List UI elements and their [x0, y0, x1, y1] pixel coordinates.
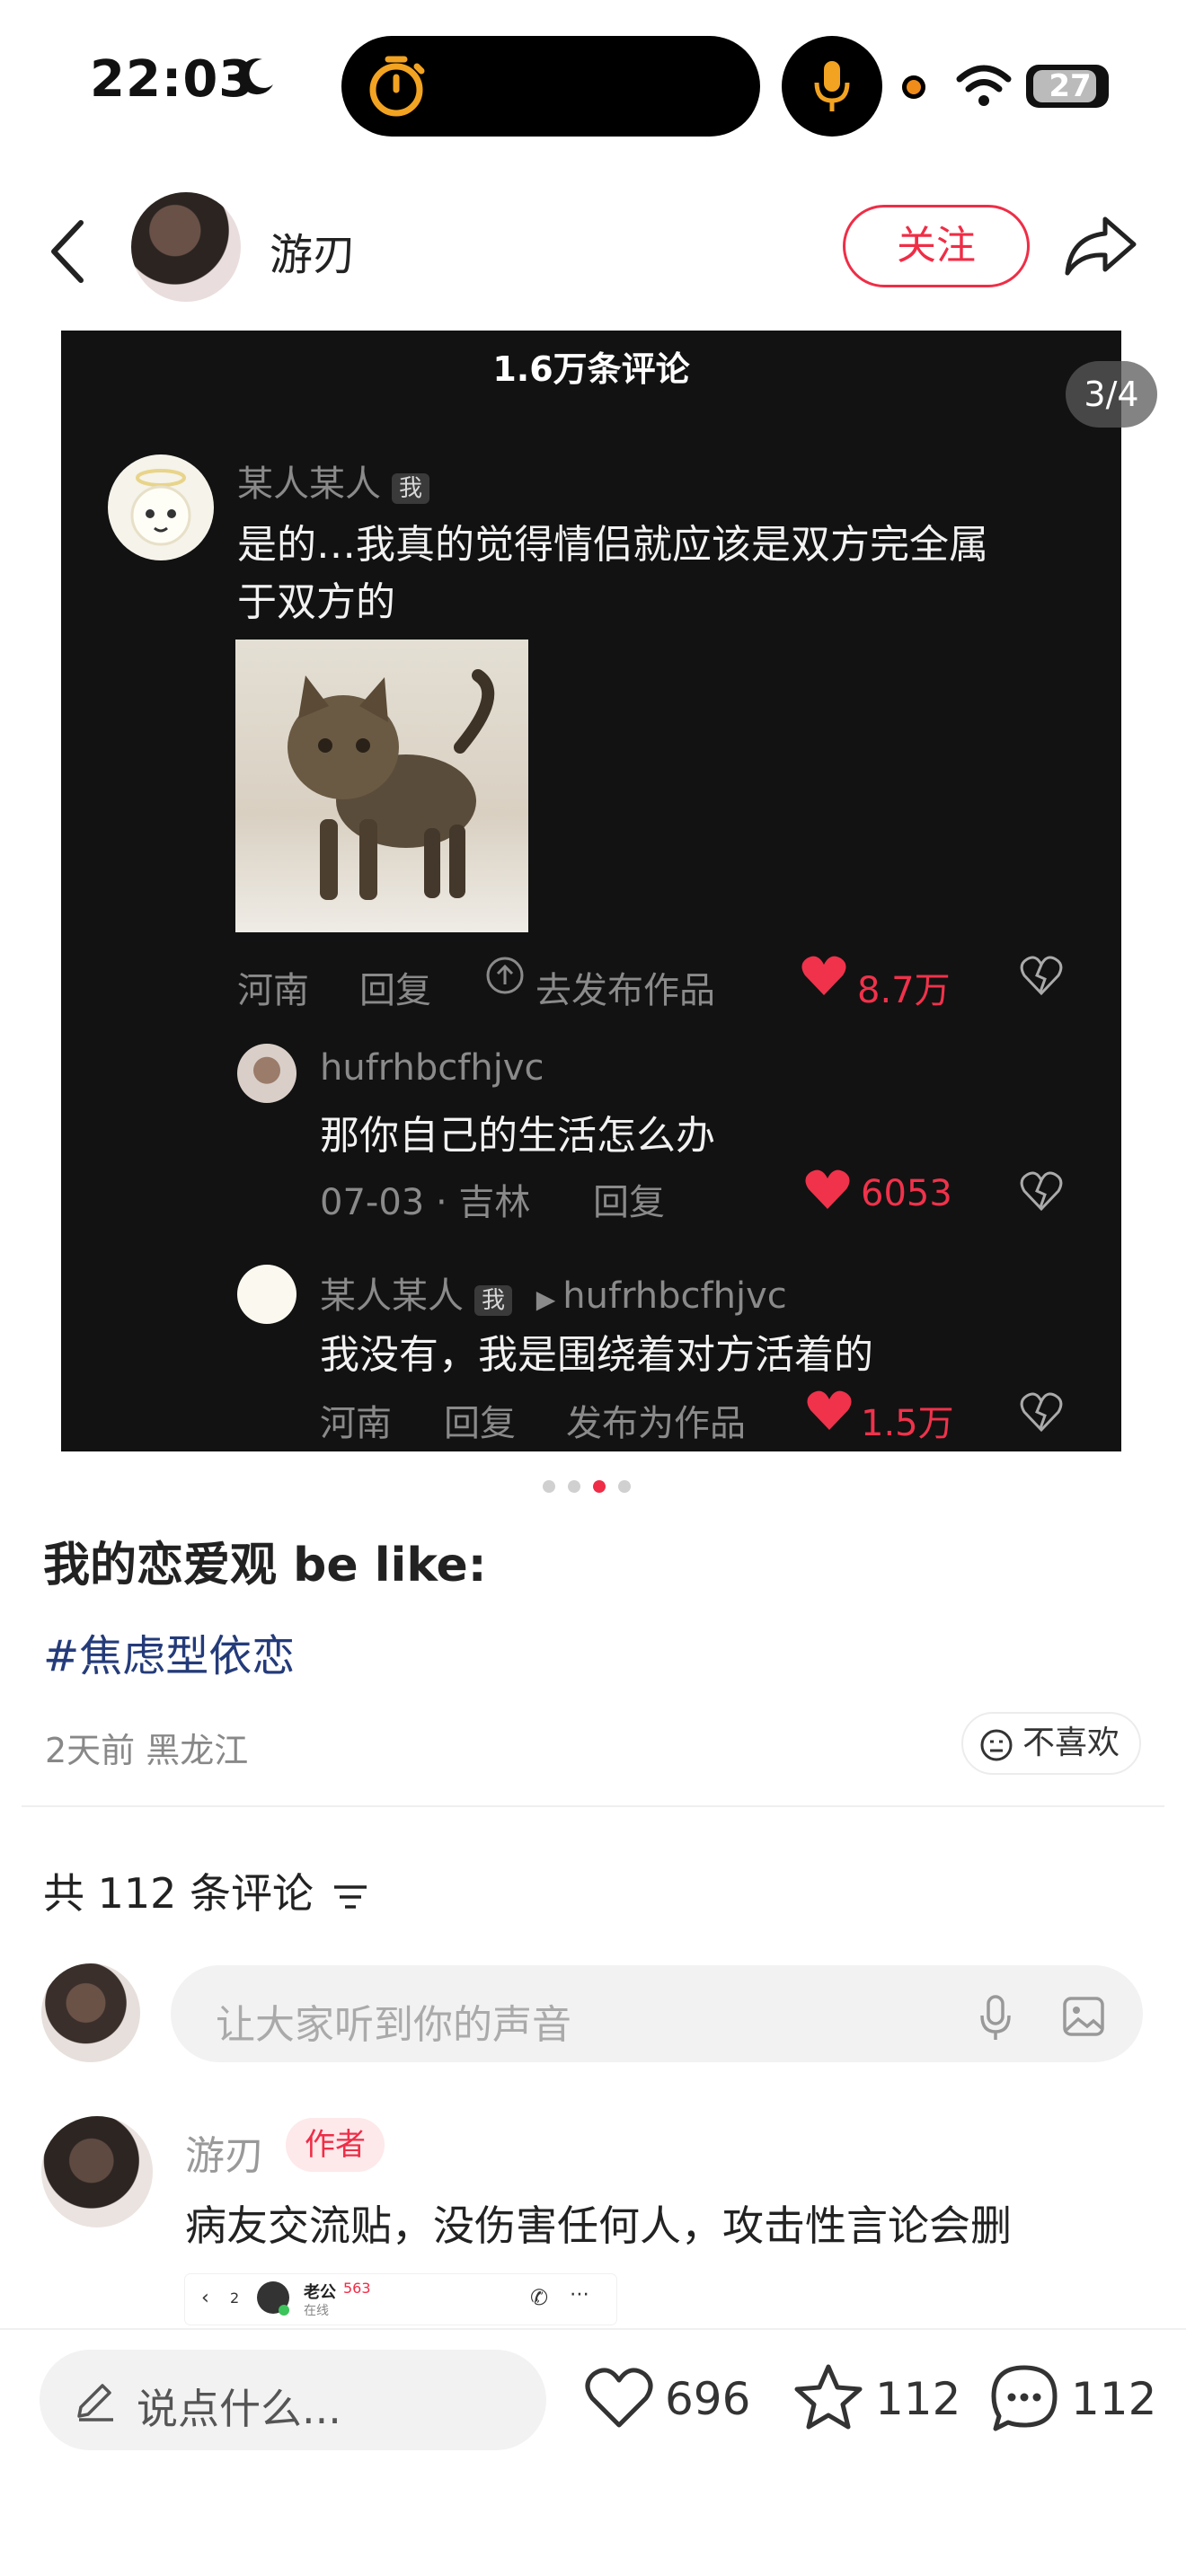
thumb-name: 老公: [304, 2283, 336, 2302]
share-icon[interactable]: [1062, 214, 1137, 278]
star-count: 112: [875, 2373, 961, 2425]
comment-text-line2: 于双方的: [237, 579, 395, 625]
comment-avatar: [108, 454, 214, 560]
me-tag: 我: [392, 472, 430, 504]
author-badge: 作者: [286, 2118, 385, 2172]
comment-text-line1: 是的…我真的觉得情侣就应该是双方完全属: [237, 522, 988, 568]
broken-heart-icon: [1020, 1171, 1063, 1212]
author-name[interactable]: 游刃: [270, 219, 356, 282]
commenter-avatar[interactable]: [41, 2116, 153, 2228]
reply-author: 某人某人我 ▶ hufrhbcfhjvc: [320, 1275, 787, 1317]
me-tag: 我: [474, 1284, 513, 1316]
reply-avatar: [237, 1265, 296, 1324]
comment-publish: 去发布作品: [535, 970, 715, 1011]
reply-location: 河南: [320, 1403, 392, 1444]
phone-icon: ✆: [530, 2285, 549, 2310]
star-icon[interactable]: [792, 2362, 864, 2432]
comment-count: 共 112 条评论: [43, 1861, 368, 1920]
author-avatar[interactable]: [131, 192, 241, 302]
reply-likes: 1.5万: [861, 1403, 954, 1444]
like-heart-icon[interactable]: [584, 2366, 654, 2430]
cat-photo: [235, 640, 528, 932]
reply-publish: 发布为作品: [566, 1403, 746, 1444]
comment-reply: 回复: [359, 970, 431, 1011]
upload-icon: [486, 957, 524, 994]
broken-heart-icon: [1020, 1392, 1063, 1433]
comment-image-thumbnail[interactable]: ‹ 2 老公 563 在线 ✆ ⋯: [185, 2274, 616, 2325]
comment-author: 某人某人我: [237, 454, 430, 507]
wifi-icon: [956, 65, 1012, 106]
microphone-icon[interactable]: [978, 1994, 1013, 2042]
reply-text: 我没有，我是围绕着对方活着的: [320, 1332, 873, 1378]
moon-icon: [239, 58, 273, 95]
thumb-count: 2: [230, 2289, 240, 2307]
my-avatar: [41, 1963, 140, 2062]
broken-heart-icon: [1020, 956, 1063, 996]
timer-icon: [369, 56, 425, 117]
online-dot: [279, 2305, 289, 2316]
comment-bubble-icon[interactable]: [988, 2362, 1060, 2434]
heart-filled-icon: [805, 1169, 850, 1209]
divider: [22, 1805, 1164, 1807]
more-icon: ⋯: [570, 2283, 589, 2306]
reply-reply: 回复: [444, 1403, 516, 1444]
pencil-icon: [77, 2384, 113, 2422]
dislike-label: 不喜欢: [1022, 1725, 1120, 1761]
commenter-name[interactable]: 游刃: [185, 2123, 264, 2181]
post-hashtag[interactable]: #焦虑型依恋: [43, 1620, 295, 1683]
follow-button[interactable]: 关注: [843, 205, 1030, 287]
chevron-left-icon: ‹: [201, 2287, 209, 2309]
comment-location: 河南: [237, 970, 309, 1011]
reply-likes: 6053: [861, 1173, 952, 1214]
dislike-button[interactable]: 不喜欢: [961, 1712, 1141, 1775]
reply-author: hufrhbcfhjvc: [320, 1047, 544, 1089]
reply-avatar: [237, 1044, 296, 1103]
comment-input-placeholder: 让大家听到你的声音: [216, 2002, 571, 2048]
reply-text: 那你自己的生活怎么办: [320, 1113, 715, 1159]
reply-date-location: 07-03 · 吉林: [320, 1182, 531, 1223]
comment-likes: 8.7万: [857, 970, 951, 1011]
battery-percent: 27: [1049, 68, 1092, 104]
image-page-indicator: 3/4: [1066, 361, 1157, 428]
post-meta: 2天前 黑龙江: [45, 1731, 249, 1770]
post-title: 我的恋爱观 be like:: [43, 1539, 487, 1592]
sort-filter-icon: [333, 1884, 367, 1909]
thumb-badge: 563: [343, 2280, 371, 2297]
thumb-status: 在线: [304, 2304, 329, 2318]
back-arrow-icon[interactable]: [45, 216, 90, 287]
heart-filled-icon: [807, 1390, 852, 1430]
privacy-dot: [902, 75, 925, 99]
image-picker-icon[interactable]: [1062, 1996, 1105, 2037]
card-comment-count: 1.6万条评论: [492, 349, 690, 389]
microphone-icon: [814, 61, 850, 111]
mic-indicator: [782, 36, 882, 137]
like-count: 696: [665, 2373, 751, 2425]
heart-filled-icon: [801, 956, 846, 995]
reply-reply: 回复: [593, 1182, 665, 1223]
neutral-face-icon: [980, 1729, 1013, 1761]
comment-body: 病友交流贴，没伤害任何人，攻击性言论会删: [185, 2201, 1012, 2250]
say-something-placeholder: 说点什么...: [137, 2385, 341, 2433]
status-time: 22:03: [90, 50, 255, 109]
arrow-right-icon: ▶: [535, 1284, 556, 1314]
comment-count-bottom: 112: [1071, 2373, 1157, 2425]
